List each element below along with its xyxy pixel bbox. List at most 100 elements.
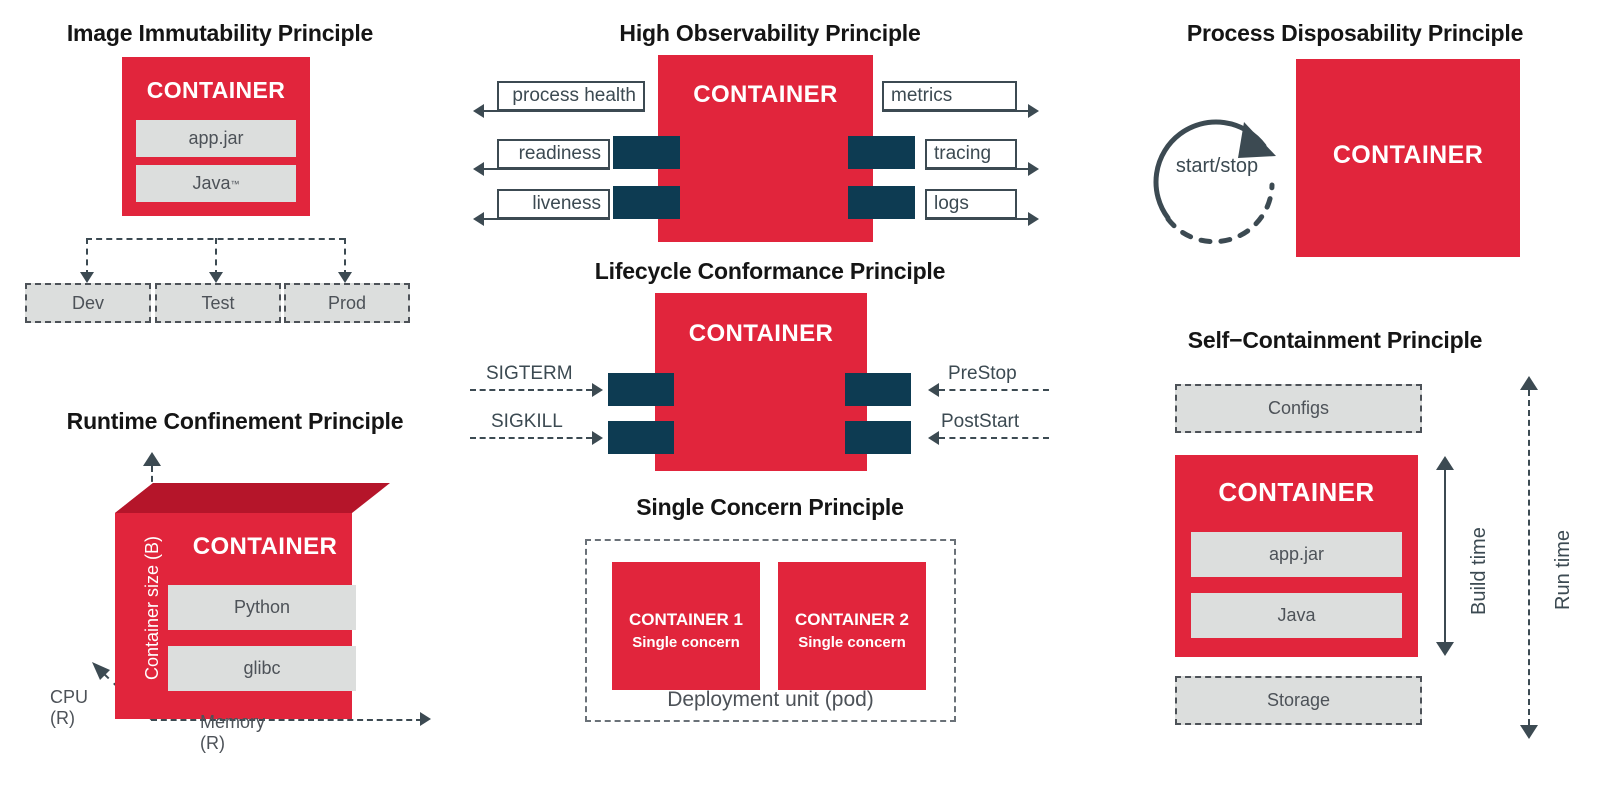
external-label: Configs (1267, 398, 1330, 418)
pod-label: Deployment unit (pod) (667, 688, 874, 711)
layer-app-jar: app.jar (1191, 532, 1402, 577)
container-subtitle: Single concern (798, 634, 906, 651)
layer-label: app.jar (1268, 544, 1325, 564)
container-label-runtime: CONTAINER (192, 533, 338, 560)
env-box-test[interactable]: Test (155, 283, 281, 323)
observability-box-metrics: metrics (882, 81, 1017, 111)
arrow-line-metrics (882, 110, 1030, 112)
build-time-label: Build time (1468, 527, 1490, 615)
hook-label-poststart: PostStart (941, 411, 1020, 432)
arrow-left-icon-poststart (928, 431, 939, 445)
probe-tab-tracing (848, 136, 915, 169)
fanout-branch-dev (86, 238, 88, 276)
arrow-line-liveness (484, 218, 610, 220)
arrow-up-icon-build-time (1436, 456, 1454, 470)
layer-label: app.jar (188, 128, 244, 148)
container-box-single-concern-2: CONTAINER 2 Single concern (778, 562, 926, 690)
arrow-down-icon-run-time (1520, 725, 1538, 739)
arrow-right-icon-memory (420, 712, 431, 726)
page-title-lifecycle-conformance: Lifecycle Conformance Principle (594, 258, 946, 284)
env-label: Dev (71, 292, 104, 313)
build-time-line (1444, 470, 1446, 642)
arrow-left-icon-readiness (473, 162, 484, 176)
page-title-high-observability: High Observability Principle (619, 20, 921, 46)
arrow-right-icon-logs (1028, 212, 1039, 226)
axis-label-cpu: CPU (R) (50, 687, 89, 728)
container-box-image-immutability: CONTAINER app.jar Java ™ (122, 57, 310, 216)
observability-box-process-health: process health (497, 81, 645, 111)
probe-tab-readiness (613, 136, 680, 169)
env-label: Prod (327, 292, 367, 313)
observability-label: readiness (518, 143, 601, 164)
container-title: CONTAINER 1 (629, 610, 743, 629)
arrow-right-icon-sigterm (592, 383, 603, 397)
external-box-configs[interactable]: Configs (1175, 384, 1422, 433)
arrow-line-poststart (939, 437, 1049, 439)
trademark-symbol: ™ (230, 178, 240, 189)
arrow-right-icon-tracing (1028, 162, 1039, 176)
external-box-storage[interactable]: Storage (1175, 676, 1422, 725)
hook-tab-prestop (845, 373, 911, 406)
container-box-process-disposability: CONTAINER (1296, 59, 1520, 257)
arrow-line-prestop (939, 389, 1049, 391)
page-title-runtime-confinement: Runtime Confinement Principle (66, 408, 404, 434)
observability-box-logs: logs (925, 189, 1017, 219)
layer-java: Java ™ (136, 165, 296, 202)
observability-box-readiness: readiness (497, 139, 610, 169)
container-subtitle: Single concern (632, 634, 740, 651)
hook-tab-sigkill (608, 421, 674, 454)
fanout-branch-prod (344, 238, 346, 276)
observability-label: liveness (532, 193, 601, 214)
container-box-high-observability: CONTAINER (658, 55, 873, 242)
arrow-line-tracing (925, 168, 1030, 170)
layer-label: Java (192, 173, 231, 193)
axis-label-container-size: Container size (B) (142, 535, 162, 680)
layer-label: Python (233, 597, 291, 617)
layer-label: Java (1277, 605, 1316, 625)
arrow-up-icon-container-size (143, 452, 161, 466)
fanout-branch-test (215, 238, 217, 276)
probe-tab-liveness (613, 186, 680, 219)
container-label: CONTAINER (693, 81, 838, 108)
layer-python: Python (168, 585, 356, 630)
external-label: Storage (1266, 690, 1331, 710)
page-title-self-containment: Self−Containment Principle (1187, 327, 1483, 353)
arrow-line-readiness (484, 168, 610, 170)
cycle-label-start-stop: start/stop (1175, 155, 1259, 177)
signal-label-sigterm: SIGTERM (486, 363, 573, 384)
hook-tab-sigterm (608, 373, 674, 406)
observability-label: logs (934, 193, 969, 214)
page-title-process-disposability: Process Disposability Principle (1186, 20, 1524, 46)
arrow-down-icon-test (209, 272, 223, 283)
observability-label: process health (512, 85, 636, 106)
observability-box-tracing: tracing (925, 139, 1017, 169)
container-box-lifecycle: CONTAINER (655, 293, 867, 471)
run-time-label: Run time (1552, 529, 1574, 610)
layer-label: glibc (243, 658, 281, 678)
env-box-dev[interactable]: Dev (25, 283, 151, 323)
page-title-image-immutability: Image Immutability Principle (66, 20, 374, 46)
container-box-single-concern-1: CONTAINER 1 Single concern (612, 562, 760, 690)
env-label: Test (201, 292, 235, 313)
arrow-line-sigterm (470, 389, 592, 391)
arrow-down-icon-build-time (1436, 642, 1454, 656)
page-title-single-concern: Single Concern Principle (636, 494, 904, 520)
observability-label: tracing (934, 143, 992, 164)
observability-label: metrics (891, 85, 953, 106)
arrow-left-icon-prestop (928, 383, 939, 397)
layer-app-jar: app.jar (136, 120, 296, 157)
env-box-prod[interactable]: Prod (284, 283, 410, 323)
hook-tab-poststart (845, 421, 911, 454)
arrow-line-logs (925, 218, 1030, 220)
arrow-left-icon-liveness (473, 212, 484, 226)
observability-box-liveness: liveness (497, 189, 610, 219)
container-box-self-containment: CONTAINER app.jar Java (1175, 455, 1418, 657)
container-label: CONTAINER (1332, 141, 1484, 169)
container-label: CONTAINER (688, 320, 834, 347)
axis-label-memory: Memory (R) (200, 712, 266, 753)
run-time-line (1528, 390, 1530, 725)
arrow-up-icon-run-time (1520, 376, 1538, 390)
arrow-right-icon-metrics (1028, 104, 1039, 118)
arrow-line-sigkill (470, 437, 592, 439)
container-label: CONTAINER (146, 77, 286, 103)
